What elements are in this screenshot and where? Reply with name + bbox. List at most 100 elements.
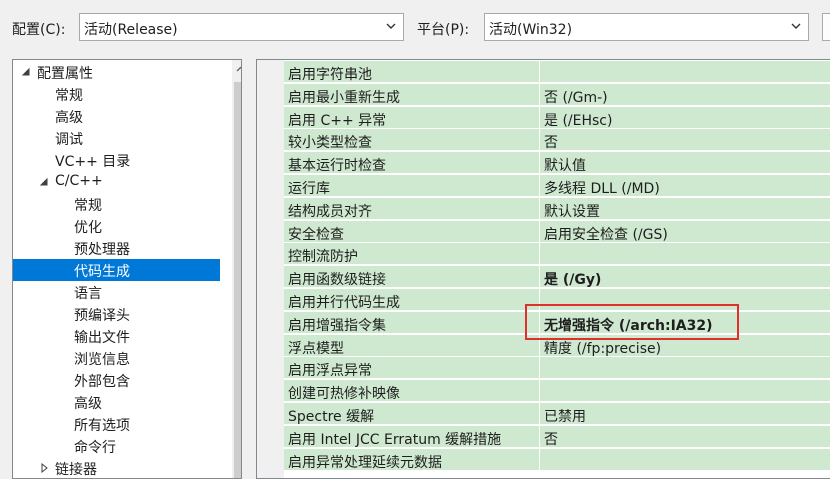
property-row[interactable]: 启用浮点异常 xyxy=(284,357,830,380)
tree-item[interactable]: 调试 xyxy=(13,127,220,149)
property-name: 安全检查 xyxy=(284,220,540,243)
tree-item[interactable]: C/C++ xyxy=(13,171,220,193)
property-grid: 启用字符串池 启用最小重新生成否 (/Gm-) 启用 C++ 异常是 (/EHsc)… xyxy=(256,59,830,479)
property-name: 启用函数级链接 xyxy=(284,266,540,289)
property-value[interactable]: 多线程 DLL (/MD) xyxy=(540,175,830,197)
property-row[interactable]: 启用异常处理延续元数据 xyxy=(284,448,830,471)
configuration-label: 配置(C): xyxy=(12,22,66,38)
tree-scrollbar[interactable] xyxy=(232,60,242,478)
property-name: 控制流防护 xyxy=(284,243,540,266)
tree-item-label: 命令行 xyxy=(74,440,116,456)
tree-item[interactable]: 输出文件 xyxy=(13,325,220,347)
chevron-down-icon xyxy=(791,23,801,29)
property-row[interactable]: 启用 C++ 异常是 (/EHsc) xyxy=(284,106,830,129)
property-row[interactable]: 启用并行代码生成 xyxy=(284,289,830,311)
property-name: 创建可热修补映像 xyxy=(284,380,540,403)
tree-item[interactable]: 浏览信息 xyxy=(13,347,220,369)
property-value[interactable]: 默认值 xyxy=(540,152,830,175)
chevron-down-icon xyxy=(386,23,396,29)
property-name: 启用并行代码生成 xyxy=(284,289,540,311)
platform-label: 平台(P): xyxy=(417,22,470,38)
property-row[interactable]: 较小类型检查否 xyxy=(284,129,830,152)
property-name: 结构成员对齐 xyxy=(284,197,540,220)
property-value[interactable]: 默认设置 xyxy=(540,197,830,220)
property-value[interactable]: 否 xyxy=(540,129,830,152)
property-row[interactable]: 结构成员对齐 默认设置 xyxy=(284,197,830,220)
tree-item-label: 调试 xyxy=(55,132,83,148)
property-value[interactable]: 启用安全检查 (/GS) xyxy=(540,220,830,243)
property-name: 启用字符串池 xyxy=(284,61,540,83)
tree-item-label: 语言 xyxy=(74,286,102,302)
tree-item[interactable]: VC++ 目录 xyxy=(13,149,220,171)
tree-item-label: C/C++ xyxy=(55,173,103,189)
property-value[interactable]: 已禁用 xyxy=(540,403,830,425)
tree-item-label: 常规 xyxy=(55,88,83,104)
property-value[interactable]: 否 xyxy=(540,425,830,448)
tree-item[interactable]: 语言 xyxy=(13,281,220,303)
tree-item-label: 外部包含 xyxy=(74,374,130,390)
tree-item-label: 所有选项 xyxy=(74,418,130,434)
tree-item-label: 代码生成 xyxy=(74,264,130,280)
tree-item-label: 预处理器 xyxy=(74,242,130,258)
grid-gutter xyxy=(257,60,284,478)
configuration-value: 活动(Release) xyxy=(84,22,178,38)
property-name: Spectre 缓解 xyxy=(284,403,540,425)
property-value[interactable]: 是 (/Gy) xyxy=(540,266,830,289)
tree-item[interactable]: 常规 xyxy=(13,83,220,105)
tree-item[interactable]: 命令行 xyxy=(13,435,220,457)
tree-item[interactable]: 高级 xyxy=(13,105,220,127)
expanded-triangle-icon[interactable] xyxy=(39,177,49,187)
tree-item-label: 输出文件 xyxy=(74,330,130,346)
property-value[interactable]: 否 (/Gm-) xyxy=(540,83,830,106)
scroll-thumb[interactable] xyxy=(234,82,241,478)
property-value[interactable] xyxy=(540,243,830,266)
configuration-manager-button[interactable] xyxy=(822,13,830,41)
property-value[interactable] xyxy=(540,289,830,311)
property-tree: 配置属性 常规 高级 调试 VC++ 目录 C/C++ 常规 优化 预处理器 代码生成 语言 预编译头… xyxy=(12,59,242,479)
property-value[interactable]: 无增强指令 (/arch:IA32) xyxy=(540,311,830,334)
property-row[interactable]: 创建可热修补映像 xyxy=(284,380,830,403)
property-row[interactable]: 控制流防护 xyxy=(284,243,830,266)
property-value[interactable] xyxy=(540,61,830,83)
property-name: 启用 C++ 异常 xyxy=(284,106,540,129)
property-row[interactable]: 启用字符串池 xyxy=(284,61,830,83)
property-row[interactable]: 启用增强指令集 无增强指令 (/arch:IA32) xyxy=(284,311,830,334)
property-row[interactable]: 运行库 多线程 DLL (/MD) xyxy=(284,175,830,197)
property-name: 启用最小重新生成 xyxy=(284,83,540,106)
configuration-dropdown[interactable]: 活动(Release) xyxy=(79,13,404,41)
property-name: 浮点模型 xyxy=(284,334,540,357)
tree-item[interactable]: 优化 xyxy=(13,215,220,237)
property-row[interactable]: 启用 Intel JCC Erratum 缓解措施否 xyxy=(284,425,830,448)
tree-item[interactable]: 外部包含 xyxy=(13,369,220,391)
property-row[interactable]: 启用最小重新生成否 (/Gm-) xyxy=(284,83,830,106)
property-name: 启用 Intel JCC Erratum 缓解措施 xyxy=(284,425,540,448)
scroll-up-icon[interactable] xyxy=(236,66,242,72)
tree-item[interactable]: 代码生成 xyxy=(13,259,220,281)
property-value[interactable] xyxy=(540,448,830,471)
tree-item[interactable]: 所有选项 xyxy=(13,413,220,435)
tree-item[interactable]: 高级 xyxy=(13,391,220,413)
property-row[interactable]: Spectre 缓解 已禁用 xyxy=(284,403,830,425)
tree-item-label: 高级 xyxy=(74,396,102,412)
tree-item-label: 高级 xyxy=(55,110,83,126)
platform-dropdown[interactable]: 活动(Win32) xyxy=(484,13,809,41)
tree-item-label: VC++ 目录 xyxy=(55,154,131,170)
tree-item[interactable]: 链接器 xyxy=(13,457,220,478)
tree-item[interactable]: 常规 xyxy=(13,193,220,215)
property-value[interactable] xyxy=(540,357,830,380)
tree-item[interactable]: 预处理器 xyxy=(13,237,220,259)
tree-item[interactable]: 配置属性 xyxy=(13,61,220,83)
property-row[interactable]: 安全检查 启用安全检查 (/GS) xyxy=(284,220,830,243)
property-row[interactable]: 浮点模型 精度 (/fp:precise) xyxy=(284,334,830,357)
property-row[interactable]: 基本运行时检查 默认值 xyxy=(284,152,830,175)
expanded-triangle-icon[interactable] xyxy=(21,67,31,77)
property-value[interactable] xyxy=(540,380,830,403)
property-name: 启用增强指令集 xyxy=(284,311,540,334)
property-row[interactable]: 启用函数级链接是 (/Gy) xyxy=(284,266,830,289)
tree-item-label: 预编译头 xyxy=(74,308,130,324)
tree-item-label: 常规 xyxy=(74,198,102,214)
property-value[interactable]: 精度 (/fp:precise) xyxy=(540,334,830,357)
property-value[interactable]: 是 (/EHsc) xyxy=(540,106,830,129)
tree-item[interactable]: 预编译头 xyxy=(13,303,220,325)
property-name: 运行库 xyxy=(284,175,540,197)
